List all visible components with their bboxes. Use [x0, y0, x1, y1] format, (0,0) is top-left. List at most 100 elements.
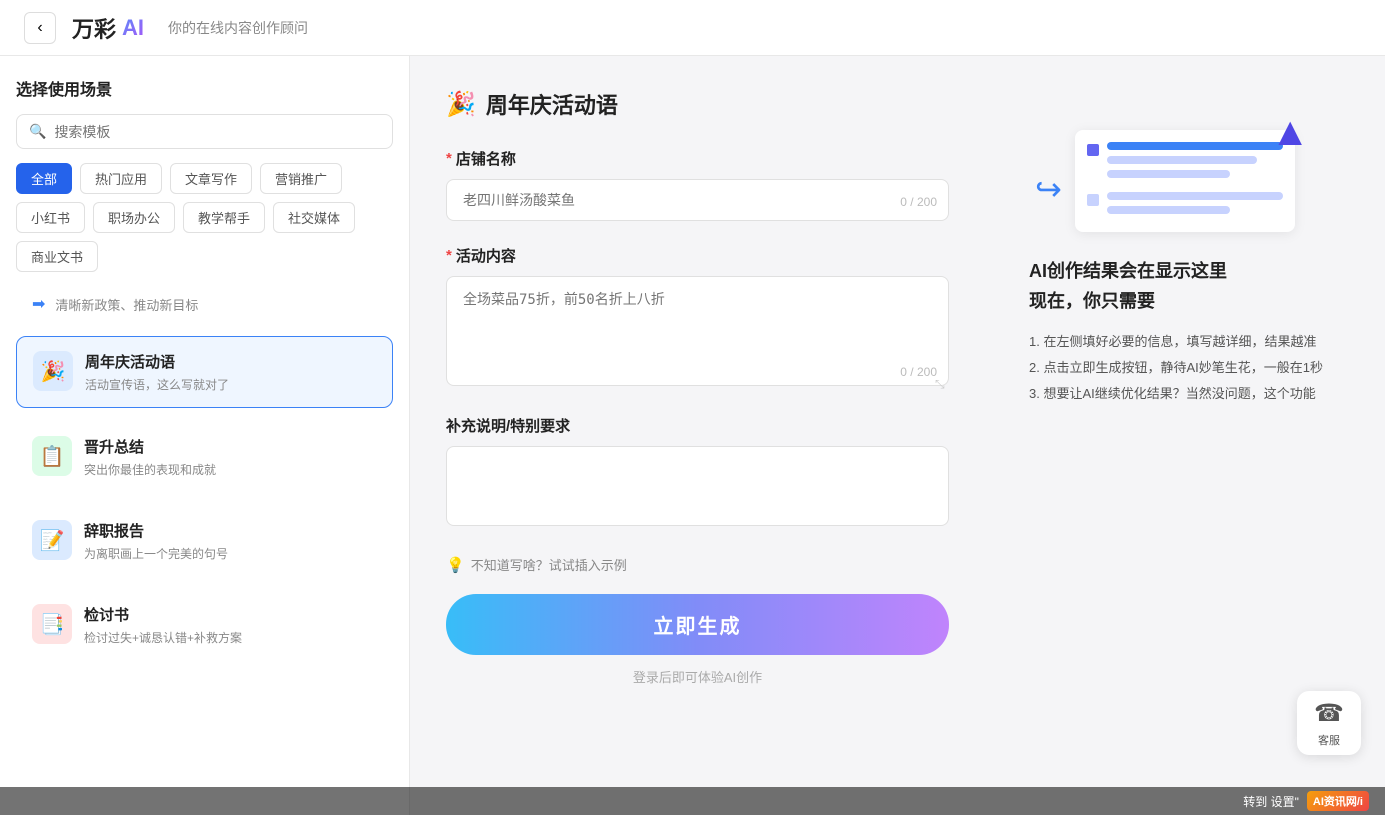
sidebar-top-arrow-icon: ➡ — [32, 294, 45, 314]
resignation-desc: 为离职画上一个完美的句号 — [84, 545, 228, 562]
sidebar-item-promotion[interactable]: 📋 晋升总结 突出你最佳的表现和成就 — [16, 422, 393, 492]
ai-hint-block: AI创作结果会在显示这里 现在，你只需要 — [1009, 256, 1361, 313]
store-char-count: 0 / 200 — [900, 195, 937, 209]
paper-corner-icon: ▲ — [1270, 110, 1310, 155]
watermark-bar: 转到 设置" AI资讯网/i — [0, 787, 1385, 815]
generate-button[interactable]: 立即生成 — [446, 594, 949, 655]
customer-service-button[interactable]: ☎ 客服 — [1297, 691, 1361, 755]
right-panel: ▲ — [985, 56, 1385, 815]
form-header-title: 周年庆活动语 — [486, 88, 618, 120]
back-icon: ‹ — [37, 19, 42, 37]
promotion-text: 晋升总结 突出你最佳的表现和成就 — [84, 436, 216, 478]
form-header: 🎉 周年庆活动语 — [446, 88, 949, 120]
review-desc: 检讨过失+诚恳认错+补救方案 — [84, 629, 242, 646]
hint-row[interactable]: 💡 不知道写啥？试试插入示例 — [446, 555, 949, 574]
illus-lines2 — [1107, 192, 1283, 220]
illus-line-2 — [1107, 156, 1257, 164]
field-activity: * 活动内容 0 / 200 ⤡ — [446, 245, 949, 391]
activity-char-count: 0 / 200 — [900, 365, 937, 379]
search-box[interactable]: 🔍 — [16, 114, 393, 149]
ai-steps: 1. 在左侧填好必要的信息，填写越详细，结果越准 2. 点击立即生成按钮，静待A… — [1009, 329, 1361, 407]
field-store-input-wrap: 0 / 200 — [446, 179, 949, 221]
sidebar-item-anniversary[interactable]: 🎉 周年庆活动语 活动宣传语，这么写就对了 — [16, 336, 393, 408]
sidebar: 选择使用场景 🔍 全部 热门应用 文章写作 营销推广 小红书 职场办公 教学帮手… — [0, 56, 410, 815]
field-store-name: * 店铺名称 0 / 200 — [446, 148, 949, 221]
field-activity-wrap: 0 / 200 ⤡ — [446, 276, 949, 391]
illus-lines — [1107, 142, 1283, 184]
search-input[interactable] — [54, 124, 380, 140]
field-store-label: * 店铺名称 — [446, 148, 949, 169]
field-store-label-text: 店铺名称 — [456, 148, 516, 169]
generate-hint: 登录后即可体验AI创作 — [446, 667, 949, 686]
activity-textarea[interactable] — [446, 276, 949, 386]
review-text: 检讨书 检讨过失+诚恳认错+补救方案 — [84, 604, 242, 646]
tag-marketing[interactable]: 营销推广 — [260, 163, 342, 194]
ai-hint-subtitle: 现在，你只需要 — [1029, 287, 1361, 313]
store-name-input[interactable] — [446, 179, 949, 221]
sidebar-item-resignation[interactable]: 📝 辞职报告 为离职画上一个完美的句号 — [16, 506, 393, 576]
anniversary-title: 周年庆活动语 — [85, 351, 229, 372]
illustration-card — [1075, 130, 1295, 232]
illus-dot — [1087, 144, 1099, 156]
promotion-desc: 突出你最佳的表现和成就 — [84, 461, 216, 478]
tag-social[interactable]: 社交媒体 — [273, 202, 355, 233]
tag-office[interactable]: 职场办公 — [93, 202, 175, 233]
anniversary-icon: 🎉 — [33, 351, 73, 391]
required-star-1: * — [446, 150, 452, 167]
illus-row1 — [1087, 142, 1283, 184]
form-header-icon: 🎉 — [446, 90, 476, 119]
resize-handle-activity[interactable]: ⤡ — [935, 377, 945, 387]
customer-service-icon: ☎ — [1314, 699, 1344, 728]
review-title: 检讨书 — [84, 604, 242, 625]
promotion-title: 晋升总结 — [84, 436, 216, 457]
field-activity-label: * 活动内容 — [446, 245, 949, 266]
ai-hint-title: AI创作结果会在显示这里 — [1029, 256, 1361, 287]
tag-article[interactable]: 文章写作 — [170, 163, 252, 194]
anniversary-text: 周年庆活动语 活动宣传语，这么写就对了 — [85, 351, 229, 393]
required-star-2: * — [446, 247, 452, 264]
filter-tags: 全部 热门应用 文章写作 营销推广 小红书 职场办公 教学帮手 社交媒体 商业文… — [16, 163, 393, 272]
watermark-prefix: 转到 设置" — [1243, 793, 1299, 810]
sidebar-title: 选择使用场景 — [16, 76, 393, 100]
logo: 万彩 AI — [72, 12, 144, 44]
arrow-curve-icon: ↩ — [1035, 170, 1062, 208]
main-layout: 选择使用场景 🔍 全部 热门应用 文章写作 营销推广 小红书 职场办公 教学帮手… — [0, 56, 1385, 815]
resignation-text: 辞职报告 为离职画上一个完美的句号 — [84, 520, 228, 562]
field-supplement-label-text: 补充说明/特别要求 — [446, 415, 570, 436]
field-activity-label-text: 活动内容 — [456, 245, 516, 266]
tag-business[interactable]: 商业文书 — [16, 241, 98, 272]
logo-ai: AI — [122, 15, 144, 41]
hint-text: 不知道写啥？试试插入示例 — [471, 555, 627, 574]
step-1: 1. 在左侧填好必要的信息，填写越详细，结果越准 — [1029, 329, 1341, 355]
resignation-icon: 📝 — [32, 520, 72, 560]
supplement-textarea[interactable] — [446, 446, 949, 526]
logo-text: 万彩 — [72, 12, 116, 44]
content-area: 🎉 周年庆活动语 * 店铺名称 0 / 200 * 活动内容 — [410, 56, 1385, 815]
field-supplement-label: 补充说明/特别要求 — [446, 415, 949, 436]
resignation-title: 辞职报告 — [84, 520, 228, 541]
illustration-wrapper: ▲ — [1009, 100, 1361, 232]
tag-xiaohongshu[interactable]: 小红书 — [16, 202, 85, 233]
tag-teaching[interactable]: 教学帮手 — [183, 202, 265, 233]
illus-line-3 — [1107, 170, 1230, 178]
form-panel: 🎉 周年庆活动语 * 店铺名称 0 / 200 * 活动内容 — [410, 56, 985, 815]
back-button[interactable]: ‹ — [24, 12, 56, 44]
hint-icon: 💡 — [446, 556, 465, 574]
search-icon: 🔍 — [29, 123, 46, 140]
tag-all[interactable]: 全部 — [16, 163, 72, 194]
illus-line-4 — [1107, 192, 1283, 200]
sidebar-top-item: ➡ 清晰新政策、推动新目标 — [16, 286, 393, 322]
field-supplement: 补充说明/特别要求 — [446, 415, 949, 531]
illus-line-5 — [1107, 206, 1230, 214]
header-subtitle: 你的在线内容创作顾问 — [168, 18, 308, 38]
header: ‹ 万彩 AI 你的在线内容创作顾问 — [0, 0, 1385, 56]
step-3: 3. 想要让AI继续优化结果？当然没问题，这个功能 — [1029, 381, 1341, 407]
illus-line-1 — [1107, 142, 1283, 150]
illus-dot2 — [1087, 194, 1099, 206]
field-supplement-wrap — [446, 446, 949, 531]
review-icon: 📑 — [32, 604, 72, 644]
watermark-logo: AI资讯网/i — [1307, 791, 1369, 811]
step-2: 2. 点击立即生成按钮，静待AI妙笔生花，一般在1秒 — [1029, 355, 1341, 381]
sidebar-item-review[interactable]: 📑 检讨书 检讨过失+诚恳认错+补救方案 — [16, 590, 393, 660]
tag-hot[interactable]: 热门应用 — [80, 163, 162, 194]
